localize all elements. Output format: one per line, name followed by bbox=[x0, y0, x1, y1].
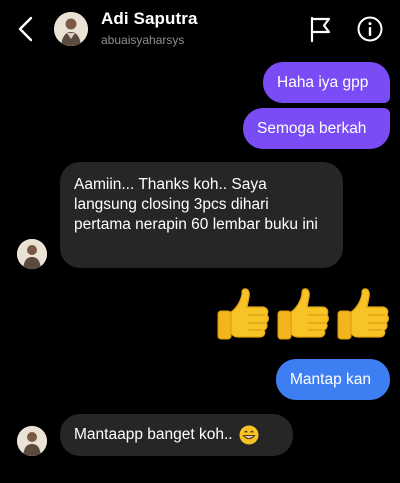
thumbs-up-icon bbox=[277, 288, 329, 340]
emoji-message[interactable] bbox=[214, 284, 390, 346]
avatar-photo bbox=[17, 239, 47, 269]
message-text: Aamiin... Thanks koh.. Saya langsung clo… bbox=[74, 176, 318, 233]
avatar[interactable] bbox=[17, 239, 47, 269]
contact-name[interactable]: Adi Saputra bbox=[101, 9, 198, 29]
chevron-left-icon[interactable] bbox=[14, 14, 38, 44]
avatar-photo bbox=[17, 426, 47, 456]
flag-icon[interactable] bbox=[306, 14, 334, 44]
avatar[interactable] bbox=[17, 426, 47, 456]
contact-username: abuaisyaharsys bbox=[101, 33, 185, 47]
message-text: Semoga berkah bbox=[257, 119, 367, 137]
thumbs-up-icon bbox=[337, 288, 389, 340]
message-text: Mantaapp banget koh.. bbox=[74, 426, 233, 443]
message-bubble-received[interactable]: Mantaapp banget koh.. bbox=[60, 414, 293, 456]
message-text: Mantap kan bbox=[290, 370, 371, 388]
message-bubble-sent[interactable]: Haha iya gpp bbox=[263, 62, 390, 103]
chat-header: Adi Saputra abuaisyaharsys bbox=[0, 0, 400, 58]
message-bubble-sent[interactable]: Semoga berkah bbox=[243, 108, 390, 149]
message-text: Haha iya gpp bbox=[277, 73, 369, 91]
info-icon[interactable] bbox=[356, 15, 384, 43]
grinning-face-icon bbox=[239, 425, 259, 445]
message-bubble-received[interactable]: Aamiin... Thanks koh.. Saya langsung clo… bbox=[60, 162, 343, 268]
avatar[interactable] bbox=[54, 12, 88, 46]
thumbs-up-icon bbox=[217, 288, 269, 340]
message-bubble-sent[interactable]: Mantap kan bbox=[276, 359, 390, 400]
avatar-photo bbox=[54, 12, 88, 46]
